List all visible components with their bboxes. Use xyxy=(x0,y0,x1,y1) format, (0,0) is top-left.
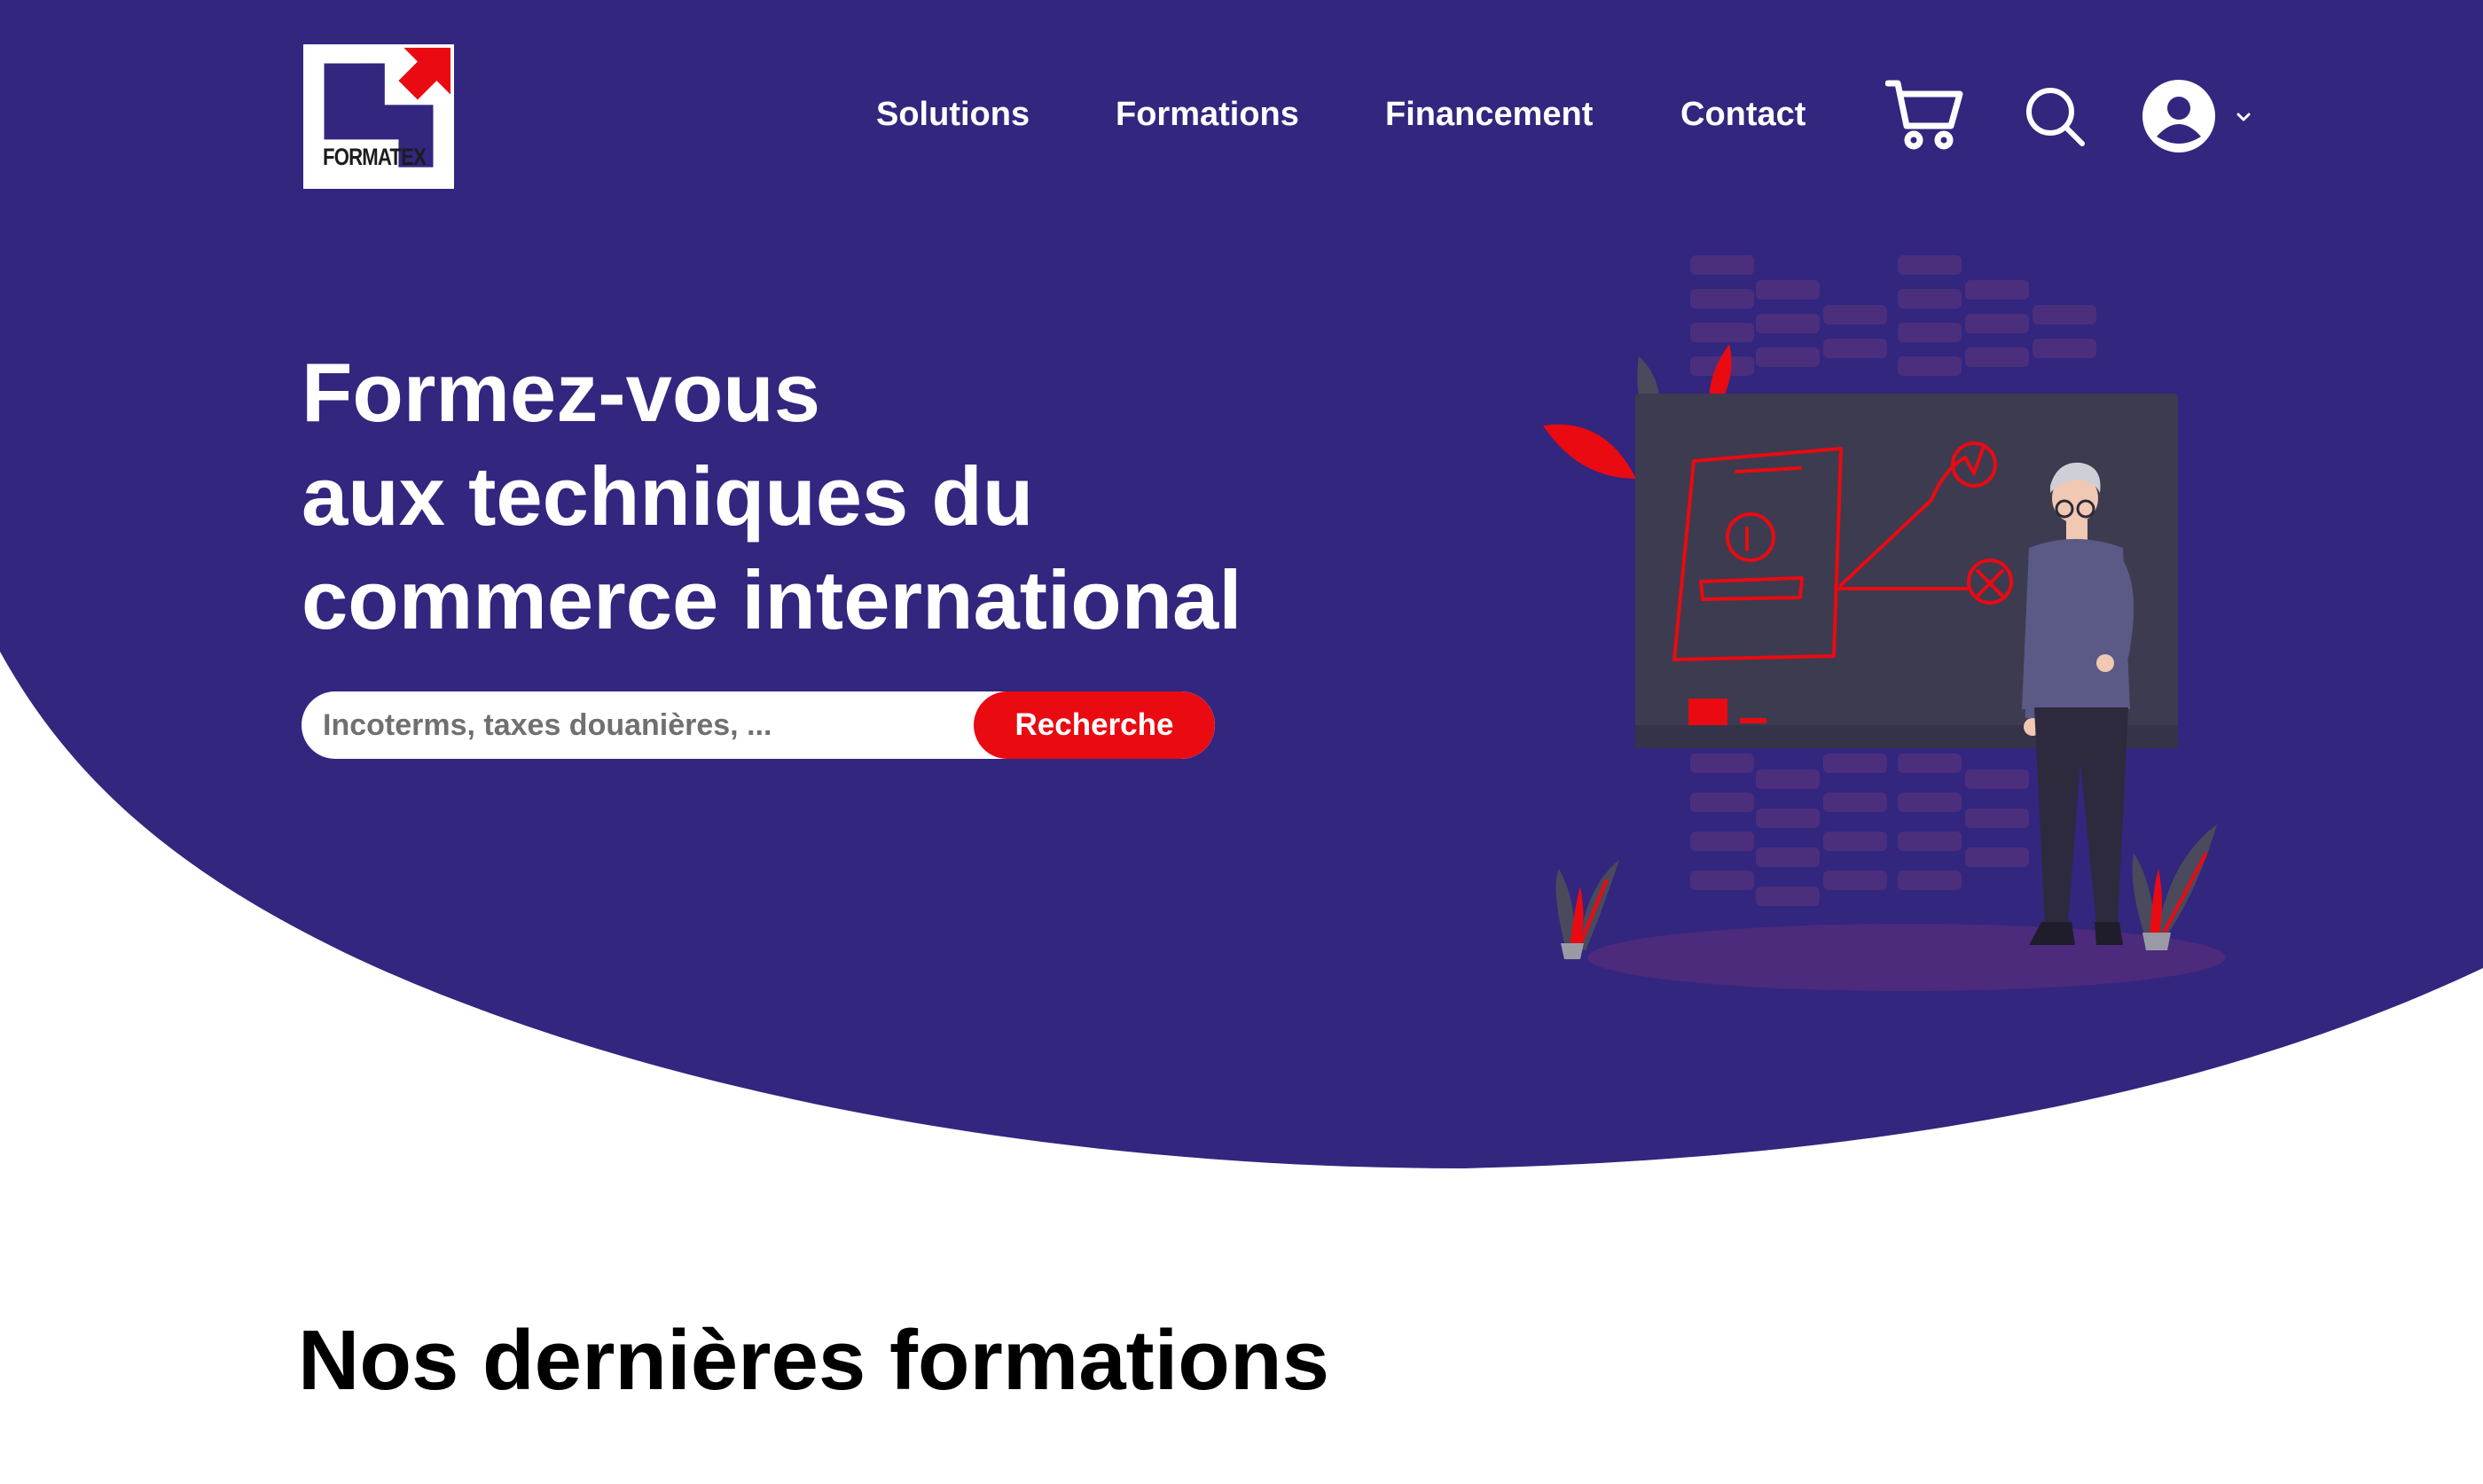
chevron-down-icon[interactable] xyxy=(2236,112,2251,122)
hero-title: Formez-vous aux techniques du commerce i… xyxy=(302,340,1242,652)
cart-icon[interactable] xyxy=(1885,78,1963,151)
nav-link-financement[interactable]: Financement xyxy=(1385,96,1593,134)
search-icon[interactable] xyxy=(2024,85,2087,149)
logo-text: FORMATEX xyxy=(323,144,427,170)
search-input[interactable] xyxy=(302,691,1002,759)
section-title: Nos dernières formations xyxy=(298,1313,1329,1408)
search-bar: Recherche xyxy=(302,691,1215,759)
nav-link-solutions[interactable]: Solutions xyxy=(876,96,1030,134)
hero-title-line: Formez-vous xyxy=(302,346,820,439)
search-button[interactable]: Recherche xyxy=(974,691,1215,759)
hero-title-line: commerce international xyxy=(302,553,1242,646)
nav-link-contact[interactable]: Contact xyxy=(1680,96,1805,134)
nav-link-formations[interactable]: Formations xyxy=(1116,96,1299,134)
hero-title-line: aux techniques du xyxy=(302,449,1034,543)
user-icon[interactable] xyxy=(2142,80,2215,152)
hero-illustration xyxy=(1543,255,2226,991)
logo[interactable]: FORMATEX xyxy=(302,43,456,191)
